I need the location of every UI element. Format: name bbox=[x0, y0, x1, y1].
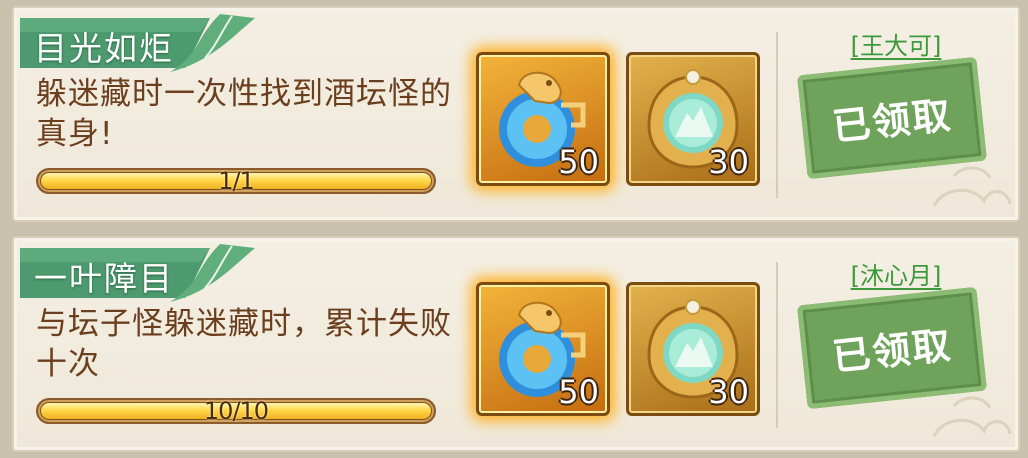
divider bbox=[776, 32, 778, 198]
progress-bar: 10/10 bbox=[36, 397, 436, 425]
reward-count: 30 bbox=[708, 143, 749, 181]
reward-slot-jade-ring[interactable]: 50 bbox=[476, 282, 610, 416]
achievement-card: 目光如炬 躲迷藏时一次性找到酒坛怪的真身! 1/1 50 30 [王大可] 已领… bbox=[12, 6, 1020, 222]
player-name-link[interactable]: [王大可] bbox=[836, 26, 956, 61]
achievement-description: 躲迷藏时一次性找到酒坛怪的真身! bbox=[36, 76, 452, 152]
reward-count: 50 bbox=[558, 143, 599, 181]
claimed-label: 已领取 bbox=[830, 322, 955, 380]
title-ribbon: 目光如炬 bbox=[20, 14, 255, 72]
achievement-title: 目光如炬 bbox=[34, 29, 174, 68]
progress-text: 1/1 bbox=[218, 167, 255, 195]
reward-count: 30 bbox=[708, 373, 749, 411]
reward-slot-jade-amulet[interactable]: 30 bbox=[626, 52, 760, 186]
title-ribbon: 一叶障目 bbox=[20, 244, 255, 302]
cloud-pattern-decoration bbox=[932, 396, 1012, 437]
reward-slot-jade-amulet[interactable]: 30 bbox=[626, 282, 760, 416]
claimed-label: 已领取 bbox=[830, 92, 955, 150]
achievement-title: 一叶障目 bbox=[34, 259, 174, 298]
reward-slot-jade-ring[interactable]: 50 bbox=[476, 52, 610, 186]
progress-bar: 1/1 bbox=[36, 167, 436, 195]
cloud-pattern-decoration bbox=[932, 166, 1012, 207]
progress-text: 10/10 bbox=[203, 397, 269, 425]
achievement-description: 与坛子怪躲迷藏时，累计失败十次 bbox=[36, 306, 452, 382]
reward-count: 50 bbox=[558, 373, 599, 411]
player-name-link[interactable]: [沐心月] bbox=[836, 256, 956, 291]
divider bbox=[776, 262, 778, 428]
achievement-card: 一叶障目 与坛子怪躲迷藏时，累计失败十次 10/10 50 30 [沐心月] 已… bbox=[12, 236, 1020, 452]
